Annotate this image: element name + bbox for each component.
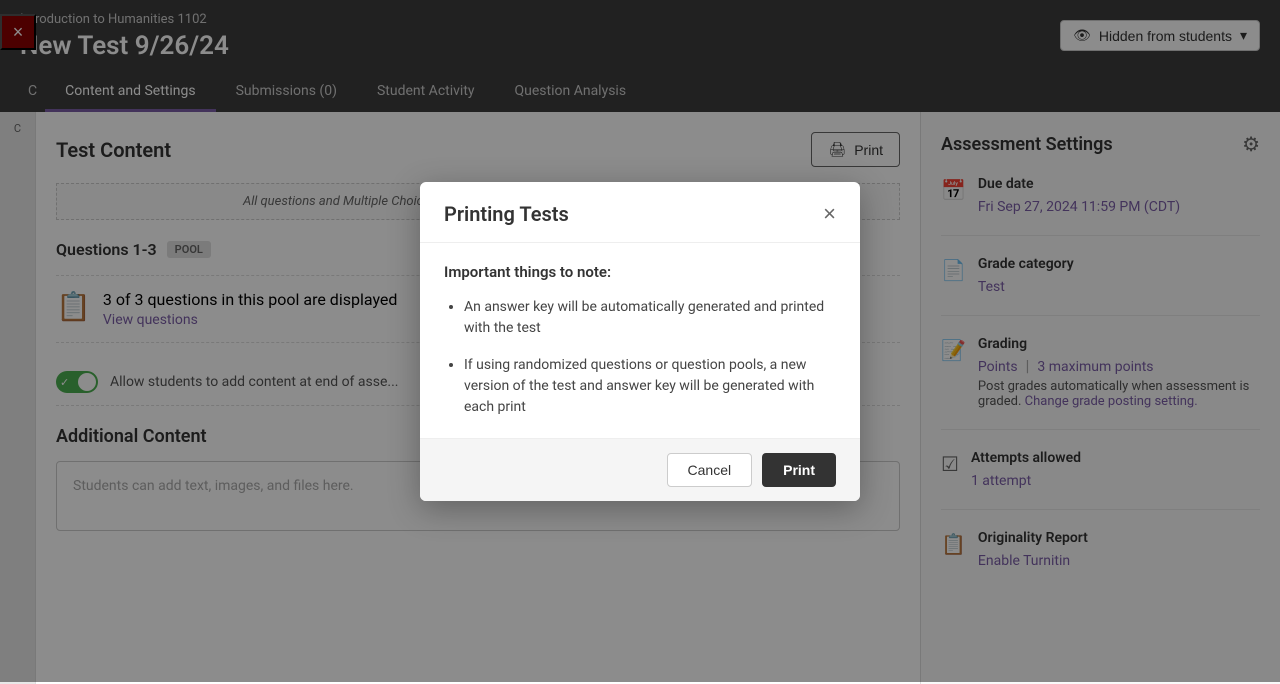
- modal-header: Printing Tests ×: [420, 182, 860, 243]
- modal-bullet-2: If using randomized questions or questio…: [464, 355, 836, 418]
- modal-subtitle: Important things to note:: [444, 263, 836, 281]
- modal-bullet-1: An answer key will be automatically gene…: [464, 297, 836, 339]
- modal-list: An answer key will be automatically gene…: [444, 297, 836, 418]
- modal-overlay: Printing Tests × Important things to not…: [0, 0, 1280, 682]
- modal-print-button[interactable]: Print: [762, 453, 836, 487]
- modal-footer: Cancel Print: [420, 438, 860, 501]
- modal-body: Important things to note: An answer key …: [420, 243, 860, 438]
- modal-title: Printing Tests: [444, 202, 569, 226]
- cancel-button[interactable]: Cancel: [667, 453, 753, 487]
- printing-tests-modal: Printing Tests × Important things to not…: [420, 182, 860, 501]
- modal-close-button[interactable]: ×: [823, 203, 836, 225]
